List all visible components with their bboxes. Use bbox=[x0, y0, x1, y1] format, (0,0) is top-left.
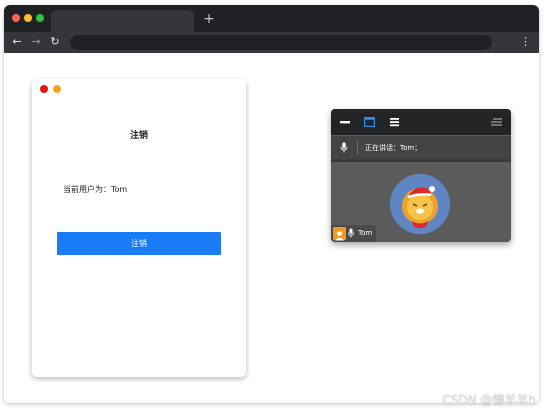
back-icon[interactable]: ← bbox=[10, 34, 24, 50]
logout-button[interactable]: 注销 bbox=[57, 232, 221, 255]
widget-divider bbox=[331, 159, 511, 162]
browser-menu-icon[interactable]: ⋮ bbox=[520, 34, 531, 50]
reload-icon[interactable]: ↻ bbox=[48, 34, 62, 50]
lion-avatar-image bbox=[390, 174, 450, 234]
window-icon[interactable] bbox=[364, 117, 375, 127]
call-widget-header bbox=[331, 109, 511, 135]
maximize-window-dot[interactable] bbox=[36, 14, 44, 22]
card-red-dot[interactable] bbox=[40, 85, 48, 93]
forward-icon[interactable]: → bbox=[29, 34, 43, 50]
speaking-status: 正在讲话：Tom； bbox=[365, 144, 422, 152]
speaking-bar-separator bbox=[357, 140, 358, 155]
call-widget: 正在讲话：Tom； Tom bbox=[331, 109, 511, 242]
browser-titlebar: + bbox=[4, 5, 539, 32]
browser-toolbar: ← → ↻ ⋮ bbox=[4, 32, 539, 53]
current-user-label: 当前用户为：Tom bbox=[63, 185, 128, 194]
minimize-icon[interactable] bbox=[340, 117, 350, 127]
participant-tag: Tom bbox=[331, 225, 376, 242]
address-bar[interactable] bbox=[70, 35, 492, 50]
close-window-dot[interactable] bbox=[12, 14, 20, 22]
participant-avatar bbox=[390, 174, 450, 234]
speaking-bar: 正在讲话：Tom； bbox=[331, 136, 511, 159]
participant-microphone-icon bbox=[348, 228, 354, 238]
logout-title: 注销 bbox=[129, 131, 148, 141]
menu-icon[interactable] bbox=[491, 117, 502, 127]
user-icon bbox=[333, 227, 346, 241]
minimize-window-dot[interactable] bbox=[24, 14, 32, 22]
logout-card: 注销 当前用户为：Tom 注销 bbox=[32, 79, 246, 377]
watermark: CSDN @懒羊羊h bbox=[442, 393, 536, 407]
participant-name: Tom bbox=[358, 229, 373, 237]
new-tab-button[interactable]: + bbox=[202, 10, 216, 28]
browser-tab[interactable] bbox=[51, 10, 194, 32]
list-icon[interactable] bbox=[390, 117, 399, 127]
card-orange-dot[interactable] bbox=[53, 85, 61, 93]
microphone-icon[interactable] bbox=[340, 142, 348, 153]
